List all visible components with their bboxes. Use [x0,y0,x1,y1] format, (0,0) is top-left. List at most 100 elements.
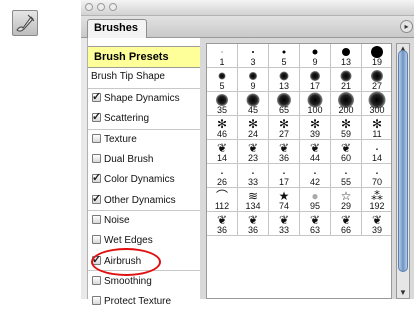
brush-preset-55[interactable]: · 55 [331,164,362,188]
brush-size-label: 23 [247,153,258,163]
checkbox-icon[interactable] [92,253,101,266]
brush-preset-11[interactable]: ✻ 11 [362,116,391,140]
zoom-window-icon[interactable] [109,3,117,11]
brush-preset-112[interactable]: ⌒ 112 [207,188,238,212]
tab-brushes[interactable]: Brushes [87,19,147,38]
brush-preset-9[interactable]: 9 [238,68,269,92]
brush-preset-39[interactable]: ❦ 39 [362,212,391,236]
option-label: Scattering [104,113,150,124]
brush-preset-21[interactable]: 21 [331,68,362,92]
brush-preset-picker: 1 3 5 9 13 19 5 9 13 17 21 27 35 45 65 100 200 300 ✻ 46 ✻ 24 ✻… [200,38,414,299]
brush-preset-45[interactable]: 45 [238,92,269,116]
brush-preset-23[interactable]: ❦ 23 [238,140,269,164]
brush-size-label: 39 [371,225,382,235]
scroll-thumb[interactable] [398,50,408,272]
option-scattering[interactable]: Scattering [92,110,200,128]
brush-preset-17[interactable]: 17 [300,68,331,92]
divider [88,210,200,211]
option-smoothing[interactable]: Smoothing [92,276,200,291]
brush-preset-29[interactable]: ☆ 29 [331,188,362,212]
brush-preset-33[interactable]: · 33 [238,164,269,188]
brush-preset-60[interactable]: ❦ 60 [331,140,362,164]
brush-preset-13[interactable]: 13 [269,68,300,92]
brush-preset-70[interactable]: · 70 [362,164,391,188]
checkbox-icon[interactable] [92,192,101,205]
option-dual-brush[interactable]: Dual Brush [92,154,200,169]
brush-tip-shape-item[interactable]: Brush Tip Shape [91,71,165,82]
divider [88,270,200,271]
brush-size-label: 13 [278,81,289,91]
brush-preset-192[interactable]: ⁂ 192 [362,188,391,212]
hard-round-brush-icon [221,51,223,53]
brush-size-label: 33 [247,177,258,187]
checkbox-icon[interactable] [92,235,101,244]
checkbox-icon[interactable] [92,215,101,224]
option-label: Airbrush [104,256,142,267]
palette-menu-icon[interactable]: ▸ [400,20,413,33]
brush-presets-item[interactable]: Brush Presets [88,46,200,68]
brush-preset-24[interactable]: ✻ 24 [238,116,269,140]
brush-preset-14[interactable]: ❦ 14 [207,140,238,164]
option-texture[interactable]: Texture [92,134,200,149]
option-other-dynamics[interactable]: Other Dynamics [92,192,200,210]
brush-preset-36[interactable]: ❦ 36 [238,212,269,236]
checkbox-icon[interactable] [92,90,101,103]
scroll-down-icon[interactable]: ▼ [398,288,408,298]
checkbox-icon[interactable] [92,296,101,305]
brush-preset-1[interactable]: 1 [207,44,238,68]
brush-preset-300[interactable]: 300 [362,91,391,116]
brush-preset-44[interactable]: ❦ 44 [300,140,331,164]
checkbox-icon[interactable] [92,171,101,184]
brush-preset-100[interactable]: 100 [300,92,331,116]
brush-preset-27[interactable]: ✻ 27 [269,116,300,140]
divider [88,129,200,130]
brush-preset-3[interactable]: 3 [238,44,269,68]
brush-preset-39[interactable]: ✻ 39 [300,116,331,140]
brush-preset-74[interactable]: ★ 74 [269,188,300,212]
brush-size-label: 9 [312,57,318,67]
brush-preset-36[interactable]: ❦ 36 [207,212,238,236]
brush-tool-icon[interactable] [12,10,38,36]
brush-preset-35[interactable]: 35 [207,92,238,116]
brush-preset-200[interactable]: 200 [331,92,362,116]
option-wet-edges[interactable]: Wet Edges [92,235,200,250]
brush-size-label: 11 [372,129,382,139]
close-window-icon[interactable] [85,3,93,11]
brush-grid-scrollbar[interactable]: ▲ ▼ [396,43,410,299]
option-label: Texture [104,134,137,145]
checkbox-icon[interactable] [92,276,101,285]
checkbox-icon[interactable] [92,110,101,123]
brush-preset-13[interactable]: 13 [331,44,362,68]
brush-size-label: 39 [309,129,320,139]
brush-preset-33[interactable]: ❦ 33 [269,212,300,236]
option-airbrush[interactable]: Airbrush [92,253,200,271]
brush-preset-26[interactable]: · 26 [207,164,238,188]
option-noise[interactable]: Noise [92,215,200,230]
brush-size-label: 27 [278,129,289,139]
brush-preset-9[interactable]: 9 [300,44,331,68]
brush-preset-27[interactable]: 27 [362,68,391,92]
brush-preset-66[interactable]: ❦ 66 [331,212,362,236]
option-protect-texture[interactable]: Protect Texture [92,296,200,311]
brush-preset-14[interactable]: · 14 [362,140,391,164]
brush-preset-46[interactable]: ✻ 46 [207,116,238,140]
brush-preset-19[interactable]: 19 [362,44,391,68]
brush-size-label: 59 [340,129,351,139]
brush-preset-17[interactable]: · 17 [269,164,300,188]
brush-size-label: 17 [309,81,320,91]
brush-preset-5[interactable]: 5 [207,68,238,92]
brush-preset-65[interactable]: 65 [269,92,300,116]
checkbox-icon[interactable] [92,154,101,163]
checkbox-icon[interactable] [92,134,101,143]
brush-preset-95[interactable]: ● 95 [300,188,331,212]
brush-preset-36[interactable]: ❦ 36 [269,140,300,164]
minimize-window-icon[interactable] [97,3,105,11]
brush-preset-59[interactable]: ✻ 59 [331,116,362,140]
option-shape-dynamics[interactable]: Shape Dynamics [92,90,200,108]
brush-preset-42[interactable]: · 42 [300,164,331,188]
brush-preset-134[interactable]: ≋ 134 [238,188,269,212]
brush-size-label: 134 [245,201,261,211]
brush-preset-5[interactable]: 5 [269,44,300,68]
brush-preset-63[interactable]: ❦ 63 [300,212,331,236]
option-color-dynamics[interactable]: Color Dynamics [92,171,200,189]
